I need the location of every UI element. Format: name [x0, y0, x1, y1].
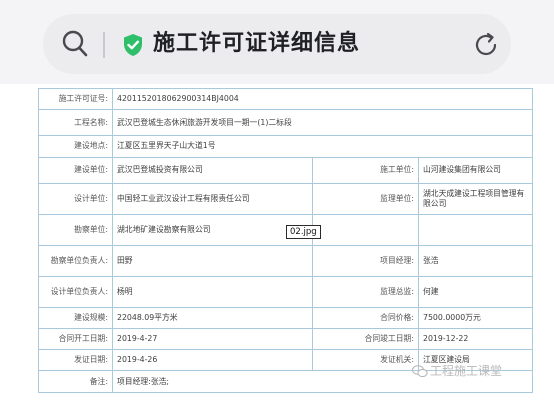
project-name-label: 工程名称:: [38, 109, 113, 137]
chief-supervisor-value: 何建: [417, 275, 534, 308]
authority-label: 发证机关:: [312, 349, 419, 372]
scale-value: 22048.09平方米: [112, 306, 313, 329]
survey-lead-label: 勘察单位负责人:: [38, 244, 113, 277]
chief-supervisor-label: 监理总监:: [312, 275, 419, 308]
search-pill[interactable]: 施工许可证详细信息: [43, 14, 511, 74]
site-label: 建设地点:: [38, 135, 113, 158]
designer-label: 设计单位:: [38, 182, 113, 215]
watermark: 工程施工课堂: [412, 362, 502, 379]
price-label: 合同价格:: [312, 306, 419, 329]
table-row: 建设规模: 22048.09平方米 合同价格: 7500.0000万元: [38, 306, 534, 329]
survey-label: 勘察单位:: [38, 213, 113, 246]
verified-shield-icon: [124, 34, 142, 56]
table-row: 工程名称: 武汉巴登城生态休闲旅游开发项目一期一(1)二标段: [38, 109, 534, 137]
survey-value: 湖北地矿建设勘察有限公司: [112, 213, 313, 246]
contractor-value: 山河建设集团有限公司: [417, 156, 534, 184]
supervisor-label: 监理单位:: [312, 182, 419, 215]
end-date-label: 合同竣工日期:: [312, 327, 419, 351]
table-row: 建设单位: 武汉巴登城投资有限公司 施工单位: 山河建设集团有限公司: [38, 156, 534, 184]
empty-cell: [417, 213, 534, 246]
search-icon[interactable]: [61, 28, 91, 60]
page-title: 施工许可证详细信息: [153, 31, 361, 56]
pm-label: 项目经理:: [312, 244, 419, 277]
refresh-icon[interactable]: [471, 30, 501, 60]
price-value: 7500.0000万元: [417, 306, 534, 329]
scale-label: 建设规模:: [38, 306, 113, 329]
survey-lead-value: 田野: [112, 244, 313, 277]
end-date-value: 2019-12-22: [417, 327, 534, 351]
start-date-label: 合同开工日期:: [38, 327, 113, 351]
permit-number-label: 施工许可证号:: [38, 87, 113, 111]
issue-date-label: 发证日期:: [38, 349, 113, 372]
top-bar: 施工许可证详细信息: [0, 0, 554, 84]
site-value: 江夏区五里界天子山大道1号: [111, 135, 534, 158]
builder-value: 武汉巴登城投资有限公司: [112, 156, 313, 184]
pm-value: 张浩: [417, 244, 534, 277]
supervisor-value: 湖北天成建设工程项目管理有限公司: [417, 182, 534, 215]
design-lead-label: 设计单位负责人:: [38, 275, 113, 308]
design-lead-value: 杨明: [112, 275, 313, 308]
project-name-value: 武汉巴登城生态休闲旅游开发项目一期一(1)二标段: [111, 109, 534, 137]
permit-number-value: 420115201806290031​4BJ4004: [111, 87, 534, 111]
search-divider: [103, 32, 105, 58]
contractor-label: 施工单位:: [312, 156, 419, 184]
designer-value: 中国轻工业武汉设计工程有限责任公司: [112, 182, 313, 215]
table-row: 设计单位负责人: 杨明 监理总监: 何建: [38, 275, 534, 308]
issue-date-value: 2019-4-26: [112, 349, 313, 372]
watermark-text: 工程施工课堂: [430, 364, 503, 378]
table-row: 施工许可证号: 420115201806290031​4BJ4004: [38, 87, 534, 111]
wechat-icon: [412, 365, 428, 378]
table-row: 设计单位: 中国轻工业武汉设计工程有限责任公司 监理单位: 湖北天成建设工程项目…: [38, 182, 534, 215]
start-date-value: 2019-4-27: [112, 327, 313, 351]
remark-label: 备注:: [38, 370, 113, 393]
empty-cell: [312, 213, 419, 246]
table-row: 建设地点: 江夏区五里界天子山大道1号: [38, 135, 534, 158]
table-row: 勘察单位负责人: 田野 项目经理: 张浩: [38, 244, 534, 277]
permit-details-table: 施工许可证号: 420115201806290031​4BJ4004 工程名称:…: [38, 87, 534, 393]
table-row: 合同开工日期: 2019-4-27 合同竣工日期: 2019-12-22: [38, 327, 534, 351]
file-name-tag: 02.jpg: [286, 225, 321, 239]
builder-label: 建设单位:: [38, 156, 113, 184]
